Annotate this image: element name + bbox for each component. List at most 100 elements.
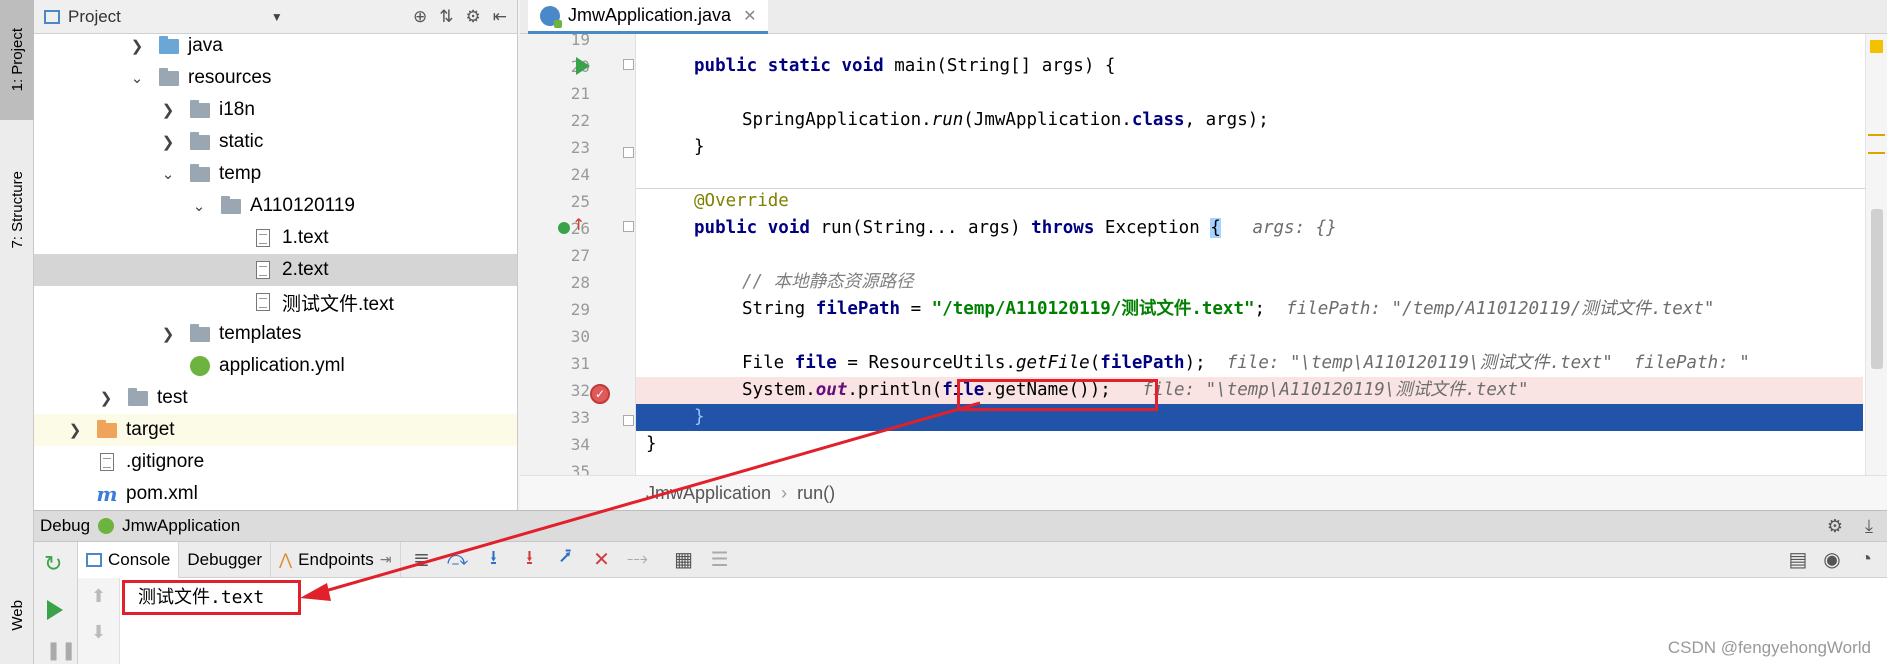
chevron-right-icon[interactable]: ❯ xyxy=(97,389,115,407)
debug-config-tab[interactable]: JmwApplication xyxy=(122,516,240,536)
collapse-all-icon[interactable]: ⇅ xyxy=(439,7,453,27)
step-into-icon[interactable]: ⭳ xyxy=(479,545,509,575)
locate-icon[interactable]: ⊕ xyxy=(413,7,427,27)
folder-icon xyxy=(190,99,210,118)
folder-icon xyxy=(159,67,179,86)
tab-endpoints[interactable]: ⋀ Endpoints ⇥ xyxy=(271,541,401,578)
view-breakpoints-icon[interactable]: ◉ xyxy=(1817,545,1847,575)
chevron-right-icon[interactable]: ❯ xyxy=(128,37,146,55)
restore-layout-icon[interactable]: ▤ xyxy=(1783,545,1813,575)
chevron-down-icon[interactable]: ⌄ xyxy=(128,69,146,87)
file-icon xyxy=(256,261,270,279)
code-token: public void xyxy=(694,218,821,238)
code-line-26: public void run(String... args) throws E… xyxy=(636,215,1863,242)
step-out-icon[interactable]: ⭷ xyxy=(551,545,581,575)
fold-icon[interactable] xyxy=(623,415,634,426)
show-execution-point-icon[interactable]: ≣ xyxy=(407,545,437,575)
tree-item-test-file[interactable]: 测试文件.text xyxy=(34,286,517,318)
chevron-right-icon[interactable]: ❯ xyxy=(66,421,84,439)
fold-icon[interactable] xyxy=(623,147,634,158)
tree-item-label: static xyxy=(219,131,264,152)
run-to-cursor-icon[interactable]: ⤏ xyxy=(623,545,653,575)
maven-icon: m xyxy=(96,482,118,506)
fold-icon[interactable] xyxy=(623,59,634,70)
editor-scrollbar[interactable] xyxy=(1865,34,1887,475)
drop-frame-icon[interactable]: ✕ xyxy=(587,545,617,575)
folder-icon xyxy=(190,323,210,342)
chevron-down-icon[interactable]: ⌄ xyxy=(159,165,177,183)
chevron-down-icon[interactable]: ⌄ xyxy=(190,197,208,215)
project-view-icon xyxy=(44,9,60,24)
chevron-right-icon[interactable]: ❯ xyxy=(159,325,177,343)
breakpoint-icon[interactable]: ✓ xyxy=(590,384,610,404)
tool-tab-web[interactable]: Web xyxy=(0,580,34,650)
tree-item-gitignore[interactable]: .gitignore xyxy=(34,446,517,478)
gear-icon[interactable]: ⚙ xyxy=(466,7,481,27)
tree-item-a110120119[interactable]: ⌄ A110120119 xyxy=(34,190,517,222)
line-number: 24 xyxy=(570,165,590,184)
override-gutter-icon[interactable] xyxy=(558,222,570,234)
breadcrumb-item-method[interactable]: run() xyxy=(797,483,835,504)
tree-item-pom-xml[interactable]: m pom.xml xyxy=(34,478,517,510)
tool-tab-structure[interactable]: 7: Structure xyxy=(0,150,34,270)
close-icon[interactable]: ✕ xyxy=(743,6,756,26)
rerun-icon[interactable]: ↻ xyxy=(44,552,62,577)
hide-panel-icon[interactable]: ⤓ xyxy=(1865,516,1873,537)
scroll-thumb[interactable] xyxy=(1871,209,1883,369)
chevron-right-icon[interactable]: ❯ xyxy=(159,101,177,119)
code-token: SpringApplication. xyxy=(742,110,932,130)
resume-icon[interactable] xyxy=(47,600,63,620)
mute-breakpoints-icon[interactable]: ◔ xyxy=(1851,545,1881,575)
project-dropdown-icon[interactable]: ▼ xyxy=(271,10,283,24)
arrow-down-icon[interactable]: ⬇ xyxy=(91,622,106,643)
run-gutter-icon[interactable] xyxy=(576,57,590,75)
tree-item-label: .gitignore xyxy=(126,451,205,472)
code-editor[interactable]: public static void main(String[] args) {… xyxy=(636,34,1887,475)
arrow-up-icon[interactable]: ⬆ xyxy=(91,586,106,607)
code-line-33-execution-point: } xyxy=(636,404,1863,431)
tree-item-test[interactable]: ❯ test xyxy=(34,382,517,414)
hide-panel-icon[interactable]: ⇤ xyxy=(493,7,507,27)
evaluate-expression-icon[interactable]: ▦ xyxy=(669,545,699,575)
tree-item-label: resources xyxy=(188,67,272,88)
tab-debugger[interactable]: Debugger xyxy=(179,541,272,578)
pin-icon[interactable]: ⇥ xyxy=(380,551,392,568)
gear-icon[interactable]: ⚙ xyxy=(1827,516,1843,537)
project-title[interactable]: Project xyxy=(68,7,121,27)
tree-item-label: 测试文件.text xyxy=(282,293,394,315)
tree-item-1-text[interactable]: 1.text xyxy=(34,222,517,254)
chevron-right-icon[interactable]: ❯ xyxy=(159,133,177,151)
tab-console[interactable]: Console xyxy=(78,541,180,578)
tree-item-templates[interactable]: ❯ templates xyxy=(34,318,517,350)
trace-stream-icon[interactable]: ☰ xyxy=(705,545,735,575)
error-stripe-marker[interactable] xyxy=(1868,152,1885,154)
line-number: 25 xyxy=(570,192,590,211)
tree-item-target[interactable]: ❯ target xyxy=(34,414,517,446)
console-output[interactable]: 测试文件.text CSDN @fengyehongWorld xyxy=(120,578,1887,664)
code-token: } xyxy=(694,407,705,427)
warning-marker-icon[interactable] xyxy=(1870,40,1883,53)
tree-item-i18n[interactable]: ❯ i18n xyxy=(34,94,517,126)
tree-item-temp[interactable]: ⌄ temp xyxy=(34,158,517,190)
error-stripe-marker[interactable] xyxy=(1868,134,1885,136)
fold-icon[interactable] xyxy=(623,221,634,232)
breadcrumb-item-class[interactable]: JmwApplication xyxy=(646,483,771,504)
step-over-icon[interactable]: ⤼ xyxy=(443,545,473,575)
editor-tab-jmwapplication[interactable]: JmwApplication.java ✕ xyxy=(528,0,769,34)
code-token: @Override xyxy=(694,191,789,211)
debug-inline-hint: file: "\temp\A110120119\测试文件.text" xyxy=(1142,380,1529,400)
editor-gutter[interactable]: 19 20 21 22 23 24 25 26 27 28 29 30 31 3… xyxy=(520,34,636,475)
watermark: CSDN @fengyehongWorld xyxy=(1667,638,1871,657)
tool-tab-project[interactable]: 1: Project xyxy=(0,0,34,120)
console-side-toolbar: ⬆ ⬇ xyxy=(78,578,120,664)
tree-item-2-text[interactable]: 2.text xyxy=(34,254,517,286)
tree-item-java[interactable]: ❯ java xyxy=(34,30,517,62)
tree-item-resources[interactable]: ⌄ resources xyxy=(34,62,517,94)
tree-item-application-yml[interactable]: application.yml xyxy=(34,350,517,382)
tree-item-static[interactable]: ❯ static xyxy=(34,126,517,158)
file-icon xyxy=(256,293,270,311)
tree-item-label: templates xyxy=(219,323,302,344)
pause-icon[interactable]: ❚❚ xyxy=(46,640,76,661)
force-step-into-icon[interactable]: ⭳ xyxy=(515,545,545,575)
folder-icon xyxy=(221,195,241,214)
